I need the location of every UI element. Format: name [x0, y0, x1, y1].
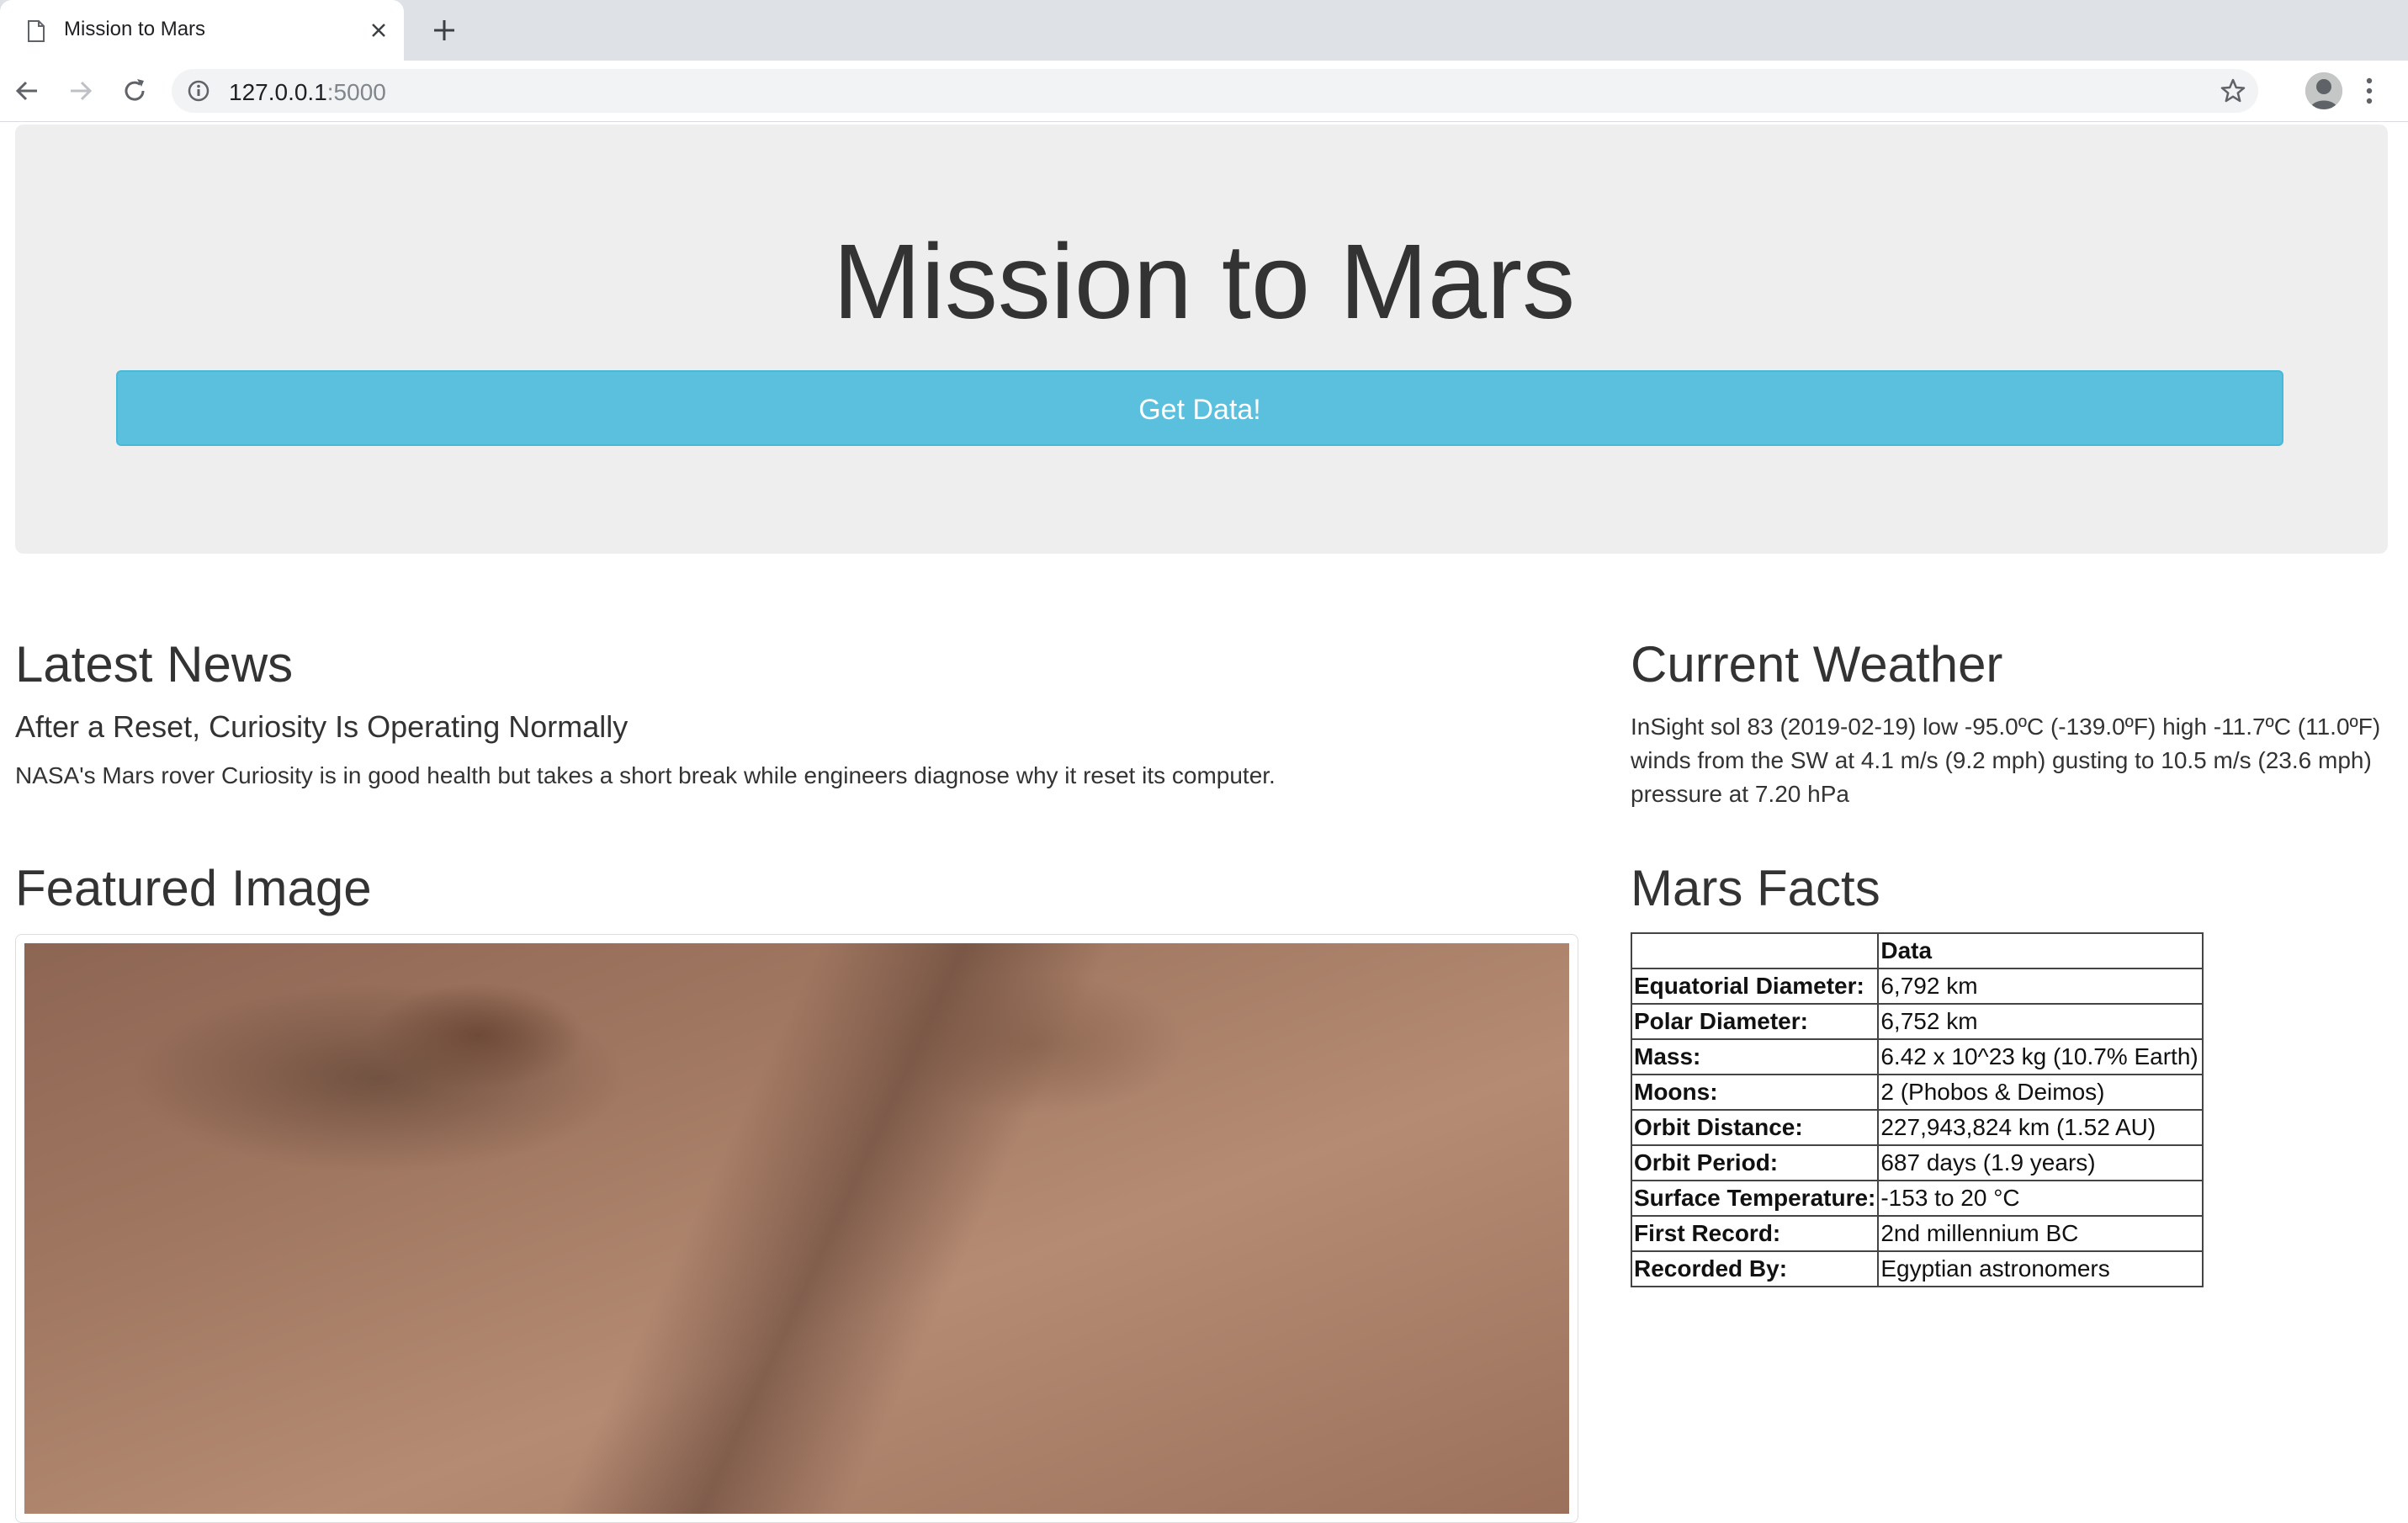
fact-label: Orbit Period: — [1630, 1144, 1880, 1181]
address-bar[interactable]: 127.0.0.1:5000 — [172, 69, 2258, 113]
fact-value: 6.42 x 10^23 kg (10.7% Earth) — [1877, 1038, 2204, 1075]
fact-value: -153 to 20 °C — [1877, 1180, 2204, 1217]
browser-tab[interactable]: Mission to Mars — [0, 0, 404, 61]
fact-value: Egyptian astronomers — [1877, 1250, 2204, 1287]
get-data-button[interactable]: Get Data! — [116, 370, 2283, 446]
arrow-right-icon[interactable] — [66, 76, 96, 106]
latest-news-heading: Latest News — [15, 636, 294, 693]
table-header-row: Data — [1630, 932, 2204, 969]
mars-facts-table: Data Equatorial Diameter: 6,792 km Polar… — [1630, 932, 2204, 1287]
table-row: Orbit Period: 687 days (1.9 years) — [1630, 1144, 2204, 1181]
fact-label: Orbit Distance: — [1630, 1109, 1880, 1146]
fact-value: 2nd millennium BC — [1877, 1215, 2204, 1252]
news-title: After a Reset, Curiosity Is Operating No… — [15, 709, 629, 744]
page-title: Mission to Mars — [832, 222, 1576, 341]
url-text: 127.0.0.1:5000 — [229, 79, 386, 106]
weather-text: InSight sol 83 (2019-02-19) low -95.0ºC … — [1631, 714, 2381, 807]
fact-label: Mass: — [1630, 1038, 1880, 1075]
table-row: Polar Diameter: 6,752 km — [1630, 1003, 2204, 1040]
table-header-cell: Data — [1877, 932, 2204, 969]
table-row: Recorded By: Egyptian astronomers — [1630, 1250, 2204, 1287]
fact-value: 227,943,824 km (1.52 AU) — [1877, 1109, 2204, 1146]
fact-label: Moons: — [1630, 1074, 1880, 1111]
arrow-left-icon[interactable] — [12, 76, 42, 106]
fact-value: 687 days (1.9 years) — [1877, 1144, 2204, 1181]
plus-icon[interactable] — [431, 17, 458, 44]
current-weather-heading: Current Weather — [1631, 636, 2003, 693]
fact-label: Surface Temperature: — [1630, 1180, 1880, 1217]
fact-label: Equatorial Diameter: — [1630, 968, 1880, 1005]
fact-value: 2 (Phobos & Deimos) — [1877, 1074, 2204, 1111]
star-icon[interactable] — [2220, 77, 2246, 109]
mars-facts-heading: Mars Facts — [1631, 860, 1880, 916]
fact-label: Recorded By: — [1630, 1250, 1880, 1287]
browser-tabstrip: Mission to Mars — [0, 0, 2408, 61]
url-port: :5000 — [326, 79, 386, 105]
news-paragraph: NASA's Mars rover Curiosity is in good h… — [15, 762, 1276, 788]
table-row: Mass: 6.42 x 10^23 kg (10.7% Earth) — [1630, 1038, 2204, 1075]
document-icon — [27, 20, 45, 46]
featured-image-heading: Featured Image — [15, 860, 372, 916]
url-host: 127.0.0.1 — [229, 79, 327, 105]
fact-value: 6,792 km — [1877, 968, 2204, 1005]
table-row: Surface Temperature: -153 to 20 °C — [1630, 1180, 2204, 1217]
featured-image-frame — [15, 934, 1578, 1523]
table-row: First Record: 2nd millennium BC — [1630, 1215, 2204, 1252]
table-row: Equatorial Diameter: 6,792 km — [1630, 968, 2204, 1005]
browser-toolbar: 127.0.0.1:5000 — [0, 61, 2408, 122]
table-row: Orbit Distance: 227,943,824 km (1.52 AU) — [1630, 1109, 2204, 1146]
table-row: Moons: 2 (Phobos & Deimos) — [1630, 1074, 2204, 1111]
table-header-cell — [1630, 932, 1880, 969]
fact-label: First Record: — [1630, 1215, 1880, 1252]
info-icon[interactable] — [187, 79, 210, 107]
fact-label: Polar Diameter: — [1630, 1003, 1880, 1040]
kebab-menu-icon[interactable] — [2364, 74, 2374, 112]
reload-icon[interactable] — [119, 76, 150, 106]
avatar[interactable] — [2305, 72, 2342, 109]
fact-value: 6,752 km — [1877, 1003, 2204, 1040]
featured-image — [24, 943, 1569, 1514]
tab-title: Mission to Mars — [64, 18, 206, 40]
close-icon[interactable] — [367, 19, 390, 42]
